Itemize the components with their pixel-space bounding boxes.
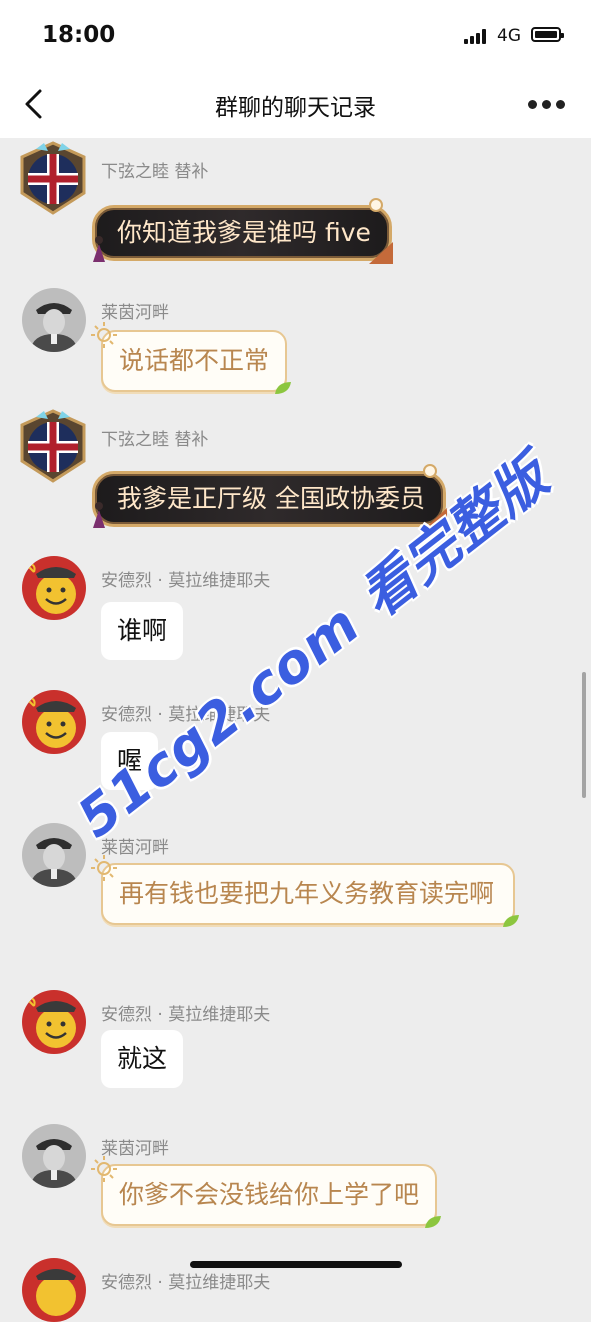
message-bubble[interactable]: 说话都不正常 <box>91 322 292 394</box>
ring-icon <box>422 464 437 478</box>
message-text: 说话都不正常 <box>119 346 270 375</box>
figure-icon <box>93 236 105 262</box>
message-text: 你爹不会没钱给你上学了吧 <box>119 1180 420 1209</box>
nav-bar: 群聊的聊天记录 <box>0 70 591 138</box>
sender-name: 下弦之睦 替补 <box>101 162 209 182</box>
message-text: 谁啊 <box>117 616 168 645</box>
soldier-portrait-icon[interactable] <box>22 1124 86 1188</box>
sender-name: 下弦之睦 替补 <box>101 430 209 450</box>
status-time: 18:00 <box>42 22 116 48</box>
smiley-soviet-icon[interactable] <box>22 1258 86 1322</box>
message-bubble[interactable]: 谁啊 <box>101 602 184 660</box>
message-bubble[interactable]: 再有钱也要把九年义务教育读完啊 <box>91 855 519 927</box>
ring-icon <box>368 198 383 212</box>
sender-name: 安德烈 · 莫拉维捷耶夫 <box>101 1005 271 1025</box>
message-text: 就这 <box>117 1044 168 1073</box>
message-text: 再有钱也要把九年义务教育读完啊 <box>119 879 495 908</box>
soldier-portrait-icon[interactable] <box>22 288 86 352</box>
status-bar: 18:00 4G <box>0 0 591 70</box>
message-text: 你知道我爹是谁吗 five <box>117 218 371 247</box>
battery-icon <box>531 27 564 42</box>
sun-icon <box>91 855 117 881</box>
figure-icon <box>93 502 105 528</box>
page-title: 群聊的聊天记录 <box>215 95 376 121</box>
smiley-soviet-icon[interactable] <box>22 556 86 620</box>
chat-history[interactable]: 下弦之睦 替补 你知道我爹是谁吗 five 莱茵河畔 说话都不正常 下弦之睦 替… <box>0 138 591 1322</box>
signal-icon <box>464 28 488 44</box>
message-bubble[interactable]: 我爹是正厅级 全国政协委员 <box>92 464 447 530</box>
smiley-soviet-icon[interactable] <box>22 990 86 1054</box>
message-text: 我爹是正厅级 全国政协委员 <box>117 484 425 513</box>
home-indicator[interactable] <box>190 1261 402 1268</box>
union-jack-badge-icon[interactable] <box>16 409 90 485</box>
sender-name: 安德烈 · 莫拉维捷耶夫 <box>101 571 271 591</box>
leaf-icon <box>275 382 292 394</box>
leaf-icon <box>425 1216 442 1228</box>
more-icon[interactable] <box>528 100 566 110</box>
sun-icon <box>91 322 117 348</box>
message-bubble[interactable]: 你知道我爹是谁吗 five <box>92 198 393 264</box>
network-type: 4G <box>497 26 521 46</box>
message-bubble[interactable]: 你爹不会没钱给你上学了吧 <box>91 1156 442 1228</box>
soldier-portrait-icon[interactable] <box>22 823 86 887</box>
sun-icon <box>91 1156 117 1182</box>
sender-name: 安德烈 · 莫拉维捷耶夫 <box>101 1273 271 1293</box>
smiley-soviet-icon[interactable] <box>22 690 86 754</box>
stripe-icon <box>368 242 393 264</box>
leaf-icon <box>503 915 519 927</box>
union-jack-badge-icon[interactable] <box>16 141 90 217</box>
message-bubble[interactable]: 就这 <box>101 1030 184 1088</box>
scrollbar[interactable] <box>582 672 586 798</box>
